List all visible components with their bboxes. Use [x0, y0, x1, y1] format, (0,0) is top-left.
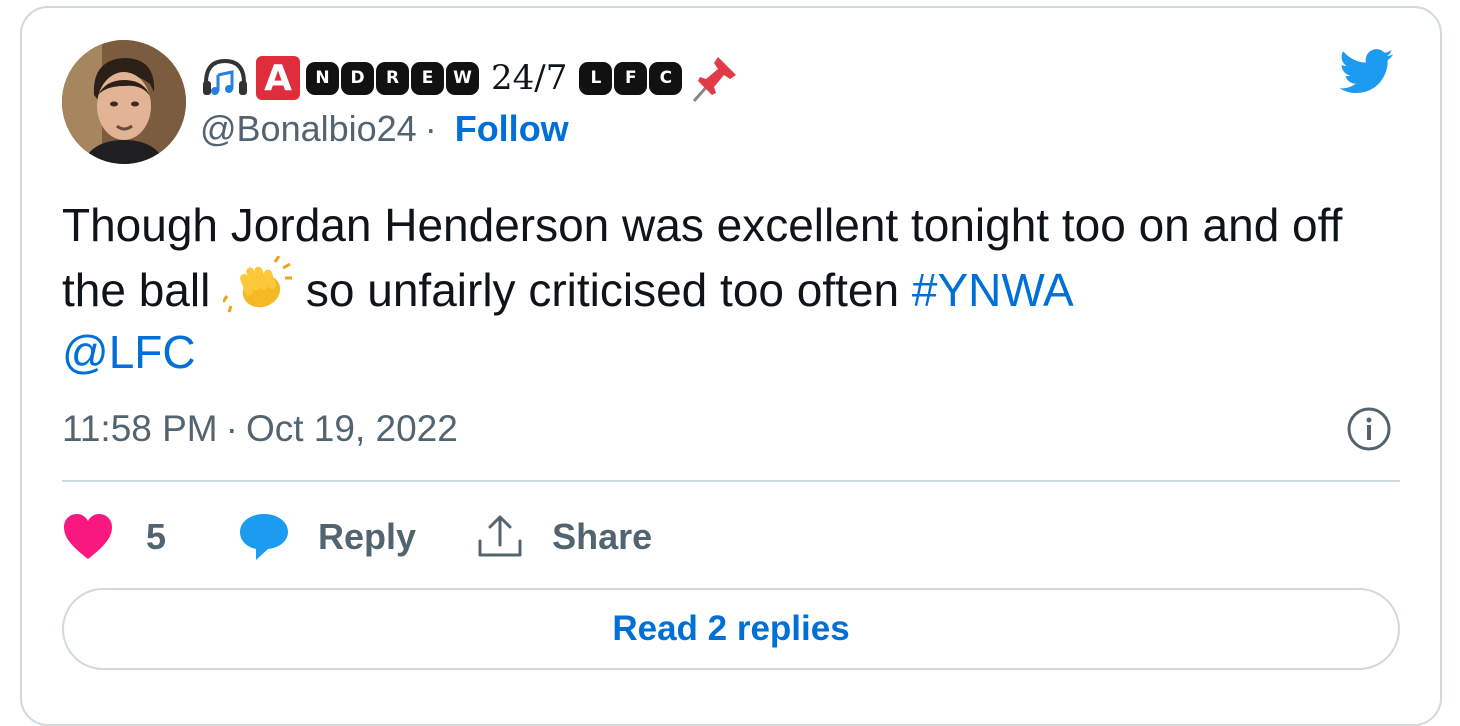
avatar[interactable]: [62, 40, 186, 164]
mention-link[interactable]: @LFC: [62, 326, 196, 378]
share-button[interactable]: Share: [474, 511, 652, 563]
tweet-text: Though Jordan Henderson was excellent to…: [62, 194, 1382, 383]
name-block-letter: E: [411, 61, 444, 95]
name-block-letter: D: [341, 61, 374, 95]
hashtag-link[interactable]: #YNWA: [912, 264, 1074, 316]
reply-button[interactable]: Reply: [238, 512, 416, 562]
reply-label: Reply: [318, 516, 417, 557]
like-count: 5: [146, 516, 167, 557]
action-bar: 5 Reply Share: [62, 508, 652, 566]
timestamp[interactable]: 11:58 PM · Oct 19, 2022: [62, 408, 458, 450]
name-block-letter: W: [446, 61, 479, 95]
like-button[interactable]: 5: [62, 513, 166, 561]
headphones-icon: [203, 58, 247, 95]
comment-bubble-icon: [240, 514, 289, 560]
info-icon[interactable]: [1346, 406, 1392, 452]
name-block-letter: F: [614, 61, 648, 95]
heart-icon: [64, 514, 112, 559]
name-block-letter: C: [649, 61, 683, 95]
twitter-bird-icon[interactable]: [1336, 44, 1398, 98]
tweet-time: 11:58 PM: [62, 408, 218, 449]
follow-link[interactable]: Follow: [455, 108, 569, 150]
display-name[interactable]: A N D R E W 24/7 L F C: [200, 50, 742, 106]
name-letter-a: A: [256, 56, 300, 100]
tweet-text-part2: so unfairly criticised too often: [293, 264, 912, 316]
tweet-date: Oct 19, 2022: [245, 408, 458, 449]
handle-row: @Bonalbio24 · Follow: [200, 108, 569, 150]
handle[interactable]: @Bonalbio24: [200, 108, 417, 150]
name-block-letter: N: [306, 61, 339, 95]
timestamp-separator: ·: [225, 408, 238, 449]
name-block-letter: R: [376, 61, 409, 95]
clapping-hands-icon: [223, 256, 293, 313]
name-plain-text: 24/7: [491, 58, 568, 98]
name-block-letters: N D R E W: [306, 61, 479, 95]
pushpin-icon: [693, 57, 737, 102]
share-icon: [478, 515, 522, 557]
divider: [62, 480, 1400, 482]
read-replies-label: Read 2 replies: [612, 609, 850, 648]
handle-separator: ·: [424, 108, 437, 149]
share-label: Share: [552, 516, 653, 557]
read-replies-button[interactable]: Read 2 replies: [62, 588, 1400, 670]
name-block-letters-2: L F C: [579, 61, 683, 95]
name-block-letter: L: [579, 61, 613, 95]
